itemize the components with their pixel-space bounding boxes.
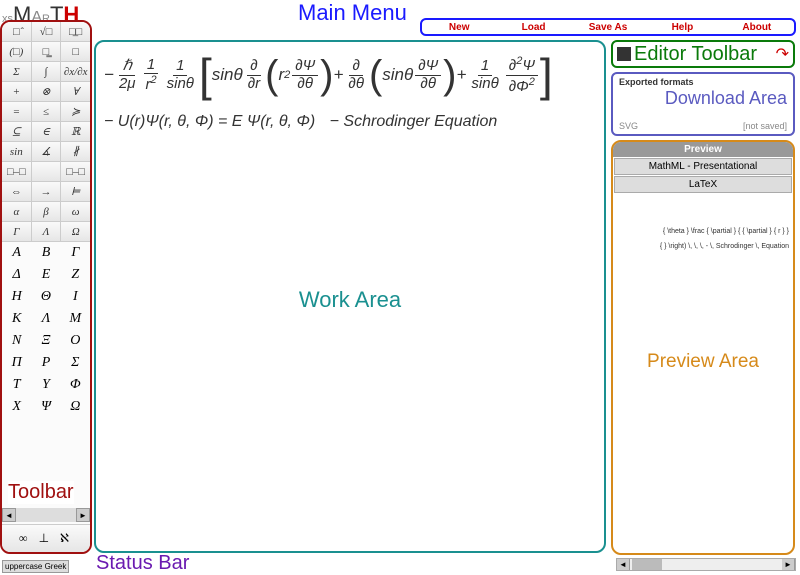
toolbar-button[interactable]: ≤ bbox=[32, 102, 62, 121]
greek-letter-button[interactable]: Ψ bbox=[31, 396, 60, 418]
download-area-label: Download Area bbox=[665, 88, 787, 109]
toolbar-button[interactable]: Λ bbox=[32, 222, 62, 241]
toolbar-button[interactable]: ∀ bbox=[61, 82, 90, 101]
greek-letter-button[interactable]: Γ bbox=[61, 242, 90, 264]
toolbar-button[interactable]: √□ bbox=[32, 22, 62, 41]
main-menu-label: Main Menu bbox=[298, 0, 407, 26]
toolbar-button[interactable]: Ω bbox=[61, 222, 90, 241]
scroll-right-icon[interactable]: ► bbox=[782, 559, 795, 570]
editor-mode-icon[interactable] bbox=[617, 47, 631, 61]
status-bar-label: Status Bar bbox=[96, 552, 189, 575]
greek-letter-button[interactable]: H bbox=[2, 286, 31, 308]
toolbar-button[interactable]: ⇔ bbox=[2, 182, 32, 201]
greek-letter-button[interactable]: E bbox=[31, 264, 60, 286]
preview-line: { } \right) \, \, \, - \, Schrodinger \,… bbox=[617, 239, 789, 254]
toolbar-button[interactable] bbox=[32, 162, 62, 181]
greek-letter-button[interactable]: M bbox=[61, 308, 90, 330]
toolbar-button[interactable]: ∫ bbox=[32, 62, 62, 81]
toolbar-button[interactable]: ⊆ bbox=[2, 122, 32, 141]
greek-letter-button[interactable]: Φ bbox=[61, 374, 90, 396]
preview-area: Preview MathML - Presentational LaTeX { … bbox=[611, 140, 795, 555]
greek-letter-button[interactable]: X bbox=[2, 396, 31, 418]
toolbar-button[interactable]: → bbox=[32, 182, 62, 201]
editor-toolbar-label: Editor Toolbar bbox=[634, 43, 776, 66]
menu-load[interactable]: Load bbox=[496, 22, 570, 33]
toolbar: □̂√□□̲□(□)□͇□Σ∫∂x/∂x+⊗∀=≤≽⊆∈ℝsin∡∦□‒□□‒□… bbox=[0, 20, 92, 554]
greek-letter-button[interactable]: K bbox=[2, 308, 31, 330]
download-area: Exported formats Download Area SVG [not … bbox=[611, 72, 795, 136]
preview-line: { \theta } \frac { \partial } { { \parti… bbox=[617, 224, 789, 239]
redo-icon[interactable]: ↷ bbox=[776, 44, 789, 64]
greek-letter-button[interactable]: I bbox=[61, 286, 90, 308]
preview-tab-mathml[interactable]: MathML - Presentational bbox=[614, 158, 792, 175]
toolbar-button[interactable]: □̂ bbox=[2, 22, 32, 41]
toolbar-button[interactable]: (□) bbox=[2, 42, 32, 61]
toolbar-button[interactable]: Σ bbox=[2, 62, 32, 81]
toolbar-button[interactable]: ⊨ bbox=[61, 182, 90, 201]
preview-hscroll[interactable]: ◄ ► bbox=[616, 558, 796, 571]
greek-letter-button[interactable]: Π bbox=[2, 352, 31, 374]
greek-letter-button[interactable]: Δ bbox=[2, 264, 31, 286]
greek-letter-button[interactable]: B bbox=[31, 242, 60, 264]
toolbar-button[interactable]: ≽ bbox=[61, 102, 90, 121]
menu-new[interactable]: New bbox=[422, 22, 496, 33]
toolbar-button[interactable]: + bbox=[2, 82, 32, 101]
greek-letter-button[interactable]: Ξ bbox=[31, 330, 60, 352]
preview-header: Preview bbox=[613, 142, 793, 157]
download-svg-status: [not saved] bbox=[743, 121, 787, 131]
toolbar-button[interactable]: sin bbox=[2, 142, 32, 161]
toolbar-button[interactable]: α bbox=[2, 202, 32, 221]
equation-display[interactable]: − ℏ2μ 1r2 1sinθ [ sinθ ∂∂r ( r2 ∂Ψ∂θ ) +… bbox=[104, 50, 596, 130]
scroll-thumb[interactable] bbox=[632, 559, 662, 570]
scroll-left-icon[interactable]: ◄ bbox=[2, 508, 16, 522]
greek-letter-button[interactable]: A bbox=[2, 242, 31, 264]
greek-letter-button[interactable]: Y bbox=[31, 374, 60, 396]
greek-letter-button[interactable]: T bbox=[2, 374, 31, 396]
exported-formats-header: Exported formats bbox=[619, 77, 787, 87]
greek-letter-button[interactable]: Z bbox=[61, 264, 90, 286]
status-bar: uppercase Greek Status Bar ◄ ► bbox=[0, 555, 800, 575]
toolbar-button[interactable]: ∂x/∂x bbox=[61, 62, 90, 81]
toolbar-button[interactable]: ℝ bbox=[61, 122, 90, 141]
preview-area-label: Preview Area bbox=[613, 351, 793, 373]
toolbar-button[interactable]: □‒□ bbox=[2, 162, 32, 181]
toolbar-button[interactable]: □͇ bbox=[32, 42, 62, 61]
preview-body: { \theta } \frac { \partial } { { \parti… bbox=[613, 194, 793, 259]
equation-line2: − U(r)Ψ(r, θ, Φ) = E Ψ(r, θ, Φ) bbox=[104, 113, 315, 130]
greek-letter-button[interactable]: Σ bbox=[61, 352, 90, 374]
greek-letter-button[interactable]: Λ bbox=[31, 308, 60, 330]
toolbar-button[interactable]: ∈ bbox=[32, 122, 62, 141]
greek-letter-button[interactable]: Ω bbox=[61, 396, 90, 418]
toolbar-button[interactable]: □̲□ bbox=[61, 22, 90, 41]
toolbar-button[interactable]: □ bbox=[61, 42, 90, 61]
toolbar-bottom-row[interactable]: ∞ ⊥ ℵ bbox=[2, 524, 90, 552]
toolbar-button[interactable]: ∡ bbox=[32, 142, 62, 161]
status-text: uppercase Greek bbox=[2, 560, 69, 573]
greek-letter-button[interactable]: N bbox=[2, 330, 31, 352]
scroll-left-icon[interactable]: ◄ bbox=[617, 559, 630, 570]
toolbar-button[interactable]: ∦ bbox=[61, 142, 90, 161]
menu-help[interactable]: Help bbox=[645, 22, 719, 33]
scroll-right-icon[interactable]: ► bbox=[76, 508, 90, 522]
menu-saveas[interactable]: Save As bbox=[571, 22, 645, 33]
equation-title: − Schrodinger Equation bbox=[330, 113, 498, 130]
preview-tab-latex[interactable]: LaTeX bbox=[614, 176, 792, 193]
toolbar-label: Toolbar bbox=[8, 481, 74, 504]
toolbar-button[interactable]: Γ bbox=[2, 222, 32, 241]
toolbar-button[interactable]: ⊗ bbox=[32, 82, 62, 101]
greek-letter-button[interactable]: O bbox=[61, 330, 90, 352]
menu-about[interactable]: About bbox=[720, 22, 794, 33]
greek-letter-button[interactable]: P bbox=[31, 352, 60, 374]
toolbar-button[interactable]: ω bbox=[61, 202, 90, 221]
editor-toolbar: Editor Toolbar ↷ bbox=[611, 40, 795, 68]
toolbar-button[interactable]: □‒□ bbox=[61, 162, 90, 181]
main-menu: New Load Save As Help About bbox=[420, 18, 796, 36]
toolbar-hscroll[interactable]: ◄ ► bbox=[2, 508, 90, 522]
download-svg[interactable]: SVG bbox=[619, 121, 638, 131]
toolbar-button[interactable]: β bbox=[32, 202, 62, 221]
toolbar-button[interactable]: = bbox=[2, 102, 32, 121]
greek-letter-button[interactable]: Θ bbox=[31, 286, 60, 308]
work-area[interactable]: − ℏ2μ 1r2 1sinθ [ sinθ ∂∂r ( r2 ∂Ψ∂θ ) +… bbox=[94, 40, 606, 553]
work-area-label: Work Area bbox=[299, 287, 401, 313]
